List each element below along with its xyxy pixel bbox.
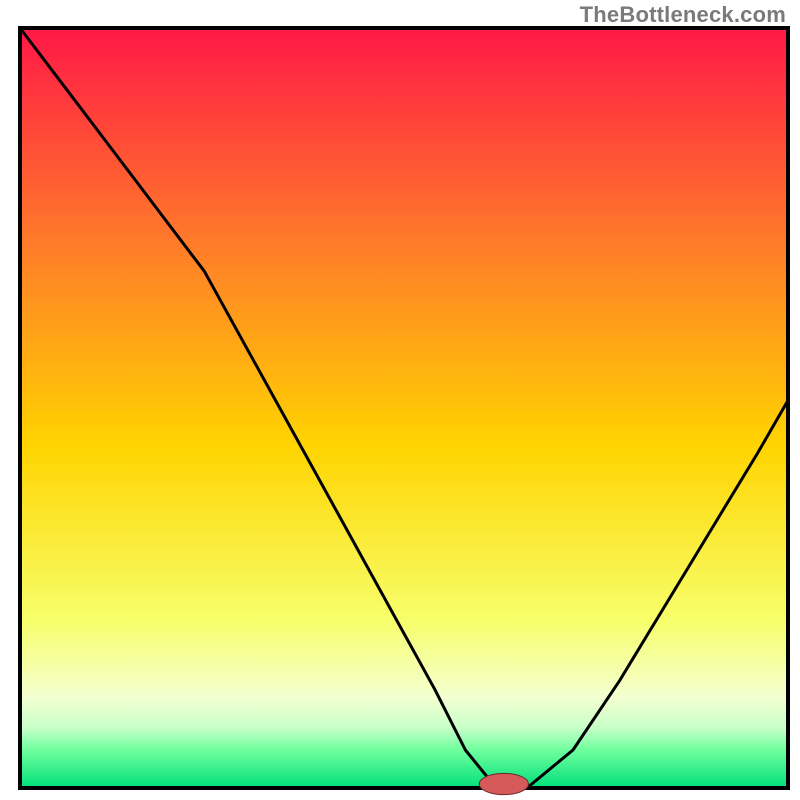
attribution-label: TheBottleneck.com xyxy=(580,2,786,28)
plot-background xyxy=(20,28,788,788)
chart-stage: TheBottleneck.com xyxy=(0,0,800,800)
bottleneck-chart xyxy=(0,0,800,800)
optimum-marker xyxy=(479,773,528,794)
